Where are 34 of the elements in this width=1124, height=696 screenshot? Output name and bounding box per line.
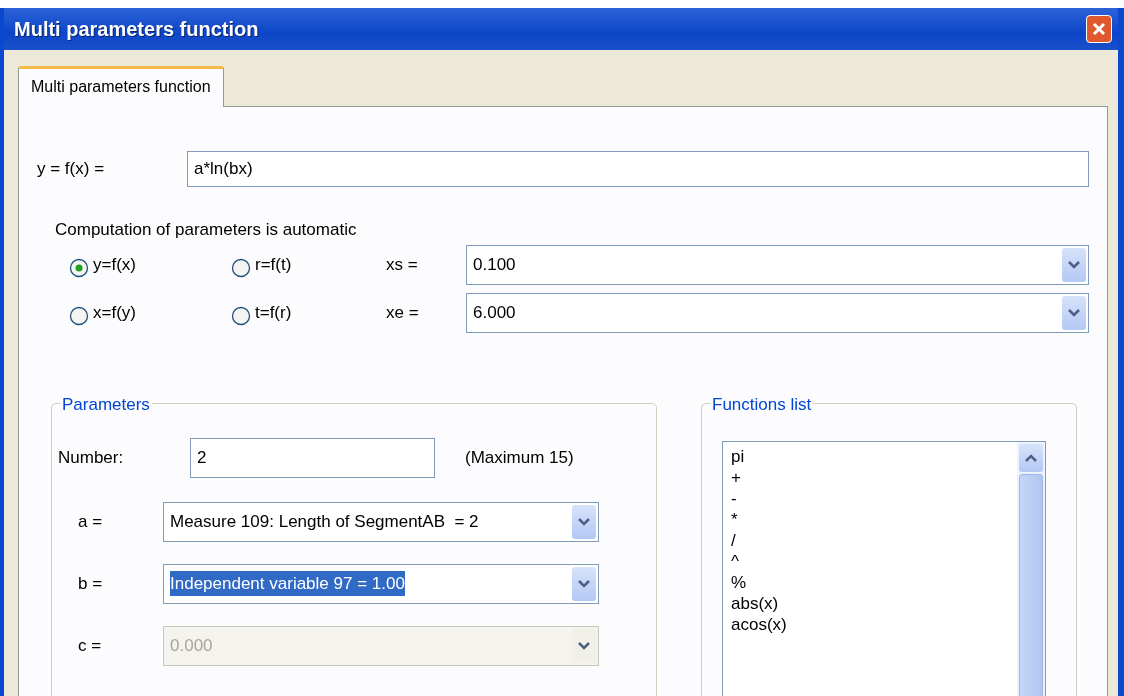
field-label: c = — [78, 634, 103, 657]
field-label: Number: — [58, 446, 125, 469]
list-item[interactable]: - — [731, 487, 1017, 509]
field-label: b = — [78, 572, 104, 595]
formula-label: y = f(x) = — [37, 158, 106, 181]
info-text: Computation of parameters is automatic — [55, 219, 358, 241]
scroll-up-icon[interactable] — [1019, 443, 1043, 472]
list-item[interactable]: pi — [731, 445, 1017, 467]
window-title: Multi parameters function — [14, 17, 259, 42]
dropdown[interactable]: 0.100 — [466, 244, 1089, 285]
radio-label[interactable]: y=f(x) — [93, 251, 136, 278]
hint-text: (Maximum 15) — [465, 446, 574, 469]
field-label: xe = — [386, 301, 420, 324]
dropdown[interactable]: Measure 109: Length of SegmentAB = 2 — [163, 501, 599, 542]
radio-label[interactable]: t=f(r) — [255, 299, 292, 326]
field-label: a = — [78, 510, 104, 533]
list-item[interactable]: * — [731, 508, 1017, 530]
number-field[interactable]: 2 — [190, 437, 435, 478]
close-icon[interactable] — [1091, 21, 1107, 37]
list-item[interactable]: abs(x) — [731, 592, 1017, 614]
list-item[interactable]: % — [731, 571, 1017, 593]
scrollbar[interactable] — [1017, 441, 1045, 696]
dropdown[interactable]: Independent variable 97 = 1.00 — [163, 563, 599, 604]
radio-label[interactable]: x=f(y) — [93, 299, 136, 326]
radio-label[interactable]: r=f(t) — [255, 251, 292, 278]
list-item[interactable]: ^ — [731, 550, 1017, 572]
list-item[interactable]: / — [731, 529, 1017, 551]
list-item[interactable]: acos(x) — [731, 613, 1017, 635]
formula-field[interactable]: a*ln(bx) — [187, 151, 1089, 187]
tab[interactable]: Multi parameters function — [18, 66, 224, 107]
dropdown[interactable]: 6.000 — [466, 292, 1089, 333]
list-item[interactable]: + — [731, 466, 1017, 488]
field-label: xs = — [386, 253, 419, 276]
close-button[interactable] — [1086, 15, 1112, 43]
